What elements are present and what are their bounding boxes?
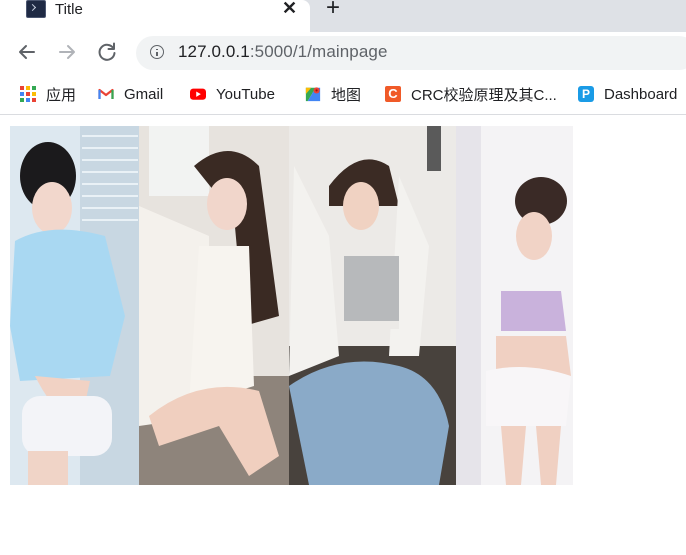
photo-girl-white-shirt: [139, 126, 289, 485]
address-bar[interactable]: 127.0.0.1:5000/1/mainpage: [136, 36, 686, 70]
photo-girl-lilac-top: [456, 126, 573, 485]
photo-girl-jeans: [289, 126, 456, 485]
photo-girl-blue-hoodie: [10, 126, 139, 485]
browser-toolbar: 127.0.0.1:5000/1/mainpage: [0, 32, 686, 72]
crc-icon: C: [385, 86, 401, 102]
back-arrow-icon[interactable]: [13, 38, 41, 66]
bookmark-label: Gmail: [124, 85, 164, 103]
tab-strip: Title ✕ +: [0, 0, 686, 32]
apps-grid-icon: [20, 86, 36, 102]
tab-title: Title: [55, 1, 83, 18]
bookmark-label: CRC校验原理及其C...: [411, 86, 557, 104]
bookmark-maps[interactable]: 地图: [305, 84, 361, 104]
dashboard-icon: P: [578, 86, 594, 102]
photo-gallery: [10, 126, 573, 485]
url-path: :5000/1/mainpage: [249, 42, 388, 61]
bookmarks-bar: 应用 Gmail YouTube 地图 C CRC校验原理及其C... P Da…: [0, 72, 686, 115]
bookmark-youtube[interactable]: YouTube: [190, 84, 275, 104]
terminal-favicon-icon: [26, 0, 46, 18]
bookmark-label: 应用: [46, 86, 77, 104]
maps-icon: [305, 87, 321, 102]
url-host: 127.0.0.1: [178, 42, 250, 61]
bookmark-gmail[interactable]: Gmail: [98, 84, 163, 104]
bookmark-label: Dashboard: [604, 85, 678, 103]
youtube-icon: [190, 88, 206, 100]
reload-icon[interactable]: [93, 38, 121, 66]
forward-arrow-icon[interactable]: [53, 38, 81, 66]
close-tab-icon[interactable]: ✕: [282, 0, 297, 19]
bookmark-dashboard[interactable]: P Dashboard: [578, 84, 677, 104]
bookmark-crc[interactable]: C CRC校验原理及其C...: [385, 84, 557, 104]
bookmark-label: 地图: [331, 86, 362, 104]
gmail-icon: [98, 88, 114, 99]
tab-active[interactable]: Title ✕: [0, 0, 310, 32]
url-text[interactable]: 127.0.0.1:5000/1/mainpage: [178, 42, 388, 62]
bookmark-apps[interactable]: 应用: [20, 84, 76, 104]
new-tab-button[interactable]: +: [326, 0, 340, 22]
site-info-icon[interactable]: [150, 45, 164, 59]
bookmark-label: YouTube: [216, 85, 275, 103]
